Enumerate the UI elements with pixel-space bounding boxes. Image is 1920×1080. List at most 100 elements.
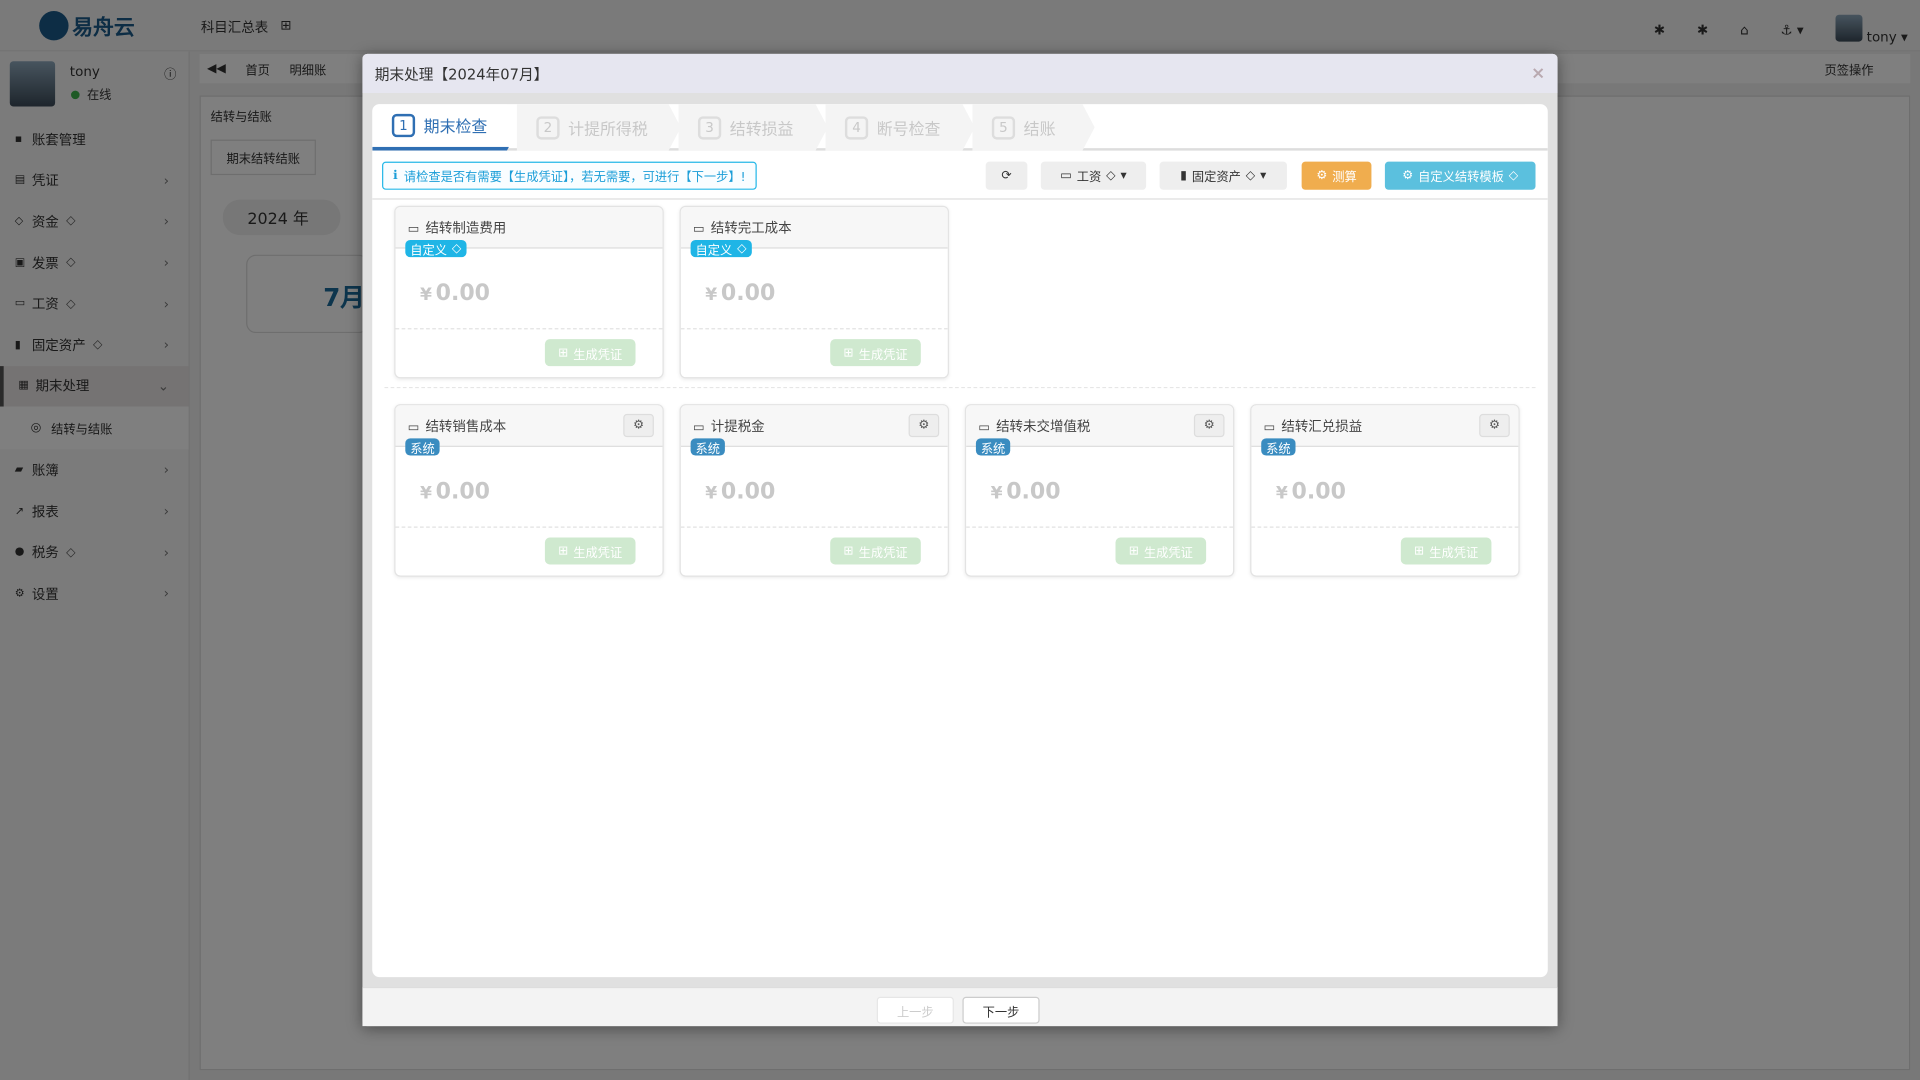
type-badge: 自定义 ◇	[690, 240, 752, 258]
step-label: 计提所得税	[568, 120, 648, 139]
generate-voucher-button[interactable]: ⊞ 生成凭证	[1115, 537, 1207, 565]
generate-voucher-label: 生成凭证	[858, 348, 908, 362]
step-4[interactable]: 4 断号检查	[825, 104, 974, 151]
step-label: 结账	[1023, 120, 1056, 139]
salary-dropdown[interactable]: ▭ 工资 ◇ ▾	[1040, 161, 1147, 190]
amount-value: 0.00	[720, 478, 776, 505]
step-2[interactable]: 2 计提所得税	[517, 104, 681, 151]
generate-voucher-button[interactable]: ⊞ 生成凭证	[544, 537, 636, 565]
info-icon: ℹ	[393, 168, 398, 183]
badge-label: 系统	[695, 442, 721, 457]
laptop-icon: ▭	[407, 421, 420, 435]
gear-icon: ⚙	[1203, 418, 1215, 433]
carryover-card: ▭ 结转汇兑损益 ⚙ 系统 ¥0.00 ⊞ 生成凭证	[1250, 404, 1520, 577]
calculate-label: 测算	[1332, 171, 1357, 185]
prev-step-button[interactable]: 上一步	[876, 996, 954, 1024]
currency-symbol: ¥	[420, 483, 432, 504]
card-divider	[966, 526, 1234, 528]
currency-symbol: ¥	[705, 285, 718, 305]
laptop-icon: ▭	[1263, 421, 1276, 435]
generate-voucher-button[interactable]: ⊞ 生成凭证	[544, 339, 636, 367]
laptop-icon: ▭	[693, 421, 705, 435]
carryover-card: ▭ 结转制造费用 自定义 ◇ ¥0.00 ⊞ 生成凭证	[394, 205, 664, 379]
laptop-icon: ▭	[978, 421, 990, 435]
amount-value: 0.00	[720, 280, 776, 307]
steps-bar: 1 期末检查 2 计提所得税 3 结转损益 4 断号检查 5 结账	[372, 104, 1548, 151]
amount: ¥0.00	[991, 479, 1061, 505]
credit-card-icon: ▭	[1060, 168, 1072, 183]
carryover-card: ▭ 结转未交增值税 ⚙ 系统 ¥0.00 ⊞ 生成凭证	[964, 404, 1235, 577]
currency-symbol: ¥	[705, 483, 718, 504]
currency-symbol: ¥	[990, 483, 1003, 504]
generate-voucher-label: 生成凭证	[1429, 546, 1479, 561]
period-end-dialog: 期末处理【2024年07月】 × 1 期末检查 2 计提所得税 3 结转损益 4 断号检查 5 结账…	[362, 53, 1558, 1027]
badge-label: 自定义	[695, 244, 733, 258]
diamond-icon: ◇	[1245, 168, 1256, 183]
card-title: 结转未交增值税	[996, 418, 1091, 435]
generate-voucher-label: 生成凭证	[1143, 546, 1193, 561]
card-grid: ▭ 结转制造费用 自定义 ◇ ¥0.00 ⊞ 生成凭证 ▭ 结转完工成本 自定义 ◇ ¥0.…	[372, 200, 1548, 577]
card-divider	[395, 328, 663, 330]
custom-template-label: 自定义结转模板	[1418, 171, 1504, 185]
badge-label: 自定义	[410, 244, 447, 258]
step-label: 断号检查	[876, 120, 941, 139]
carryover-card: ▭ 结转销售成本 ⚙ 系统 ¥0.00 ⊞ 生成凭证	[394, 404, 664, 577]
laptop-icon: ▭	[407, 222, 420, 237]
amount-value: 0.00	[1291, 478, 1346, 505]
fixed-assets-label: 固定资产	[1191, 171, 1241, 185]
calculate-button[interactable]: ⚙ 测算	[1301, 161, 1372, 190]
generate-voucher-label: 生成凭证	[573, 546, 623, 561]
fixed-assets-dropdown[interactable]: ▮ 固定资产 ◇ ▾	[1159, 161, 1287, 190]
card-divider	[680, 328, 948, 330]
card-divider	[1251, 526, 1519, 528]
settings-button[interactable]: ⚙	[623, 413, 654, 438]
laptop-icon: ▭	[693, 222, 705, 237]
card-title: 结转制造费用	[425, 220, 507, 237]
refresh-button[interactable]: ⟳	[985, 161, 1028, 190]
plus-square-icon: ⊞	[558, 345, 569, 360]
step-number: 4	[845, 116, 868, 139]
card-title: 计提税金	[710, 418, 765, 435]
type-badge: 自定义 ◇	[405, 240, 467, 258]
amount: ¥0.00	[1276, 479, 1346, 505]
step-1[interactable]: 1 期末检查	[372, 104, 519, 151]
step-label: 期末检查	[423, 118, 488, 138]
generate-voucher-button[interactable]: ⊞ 生成凭证	[830, 339, 921, 367]
notice-text: 请检查是否有需要【生成凭证】，若无需要，可进行【下一步】!	[403, 171, 746, 185]
custom-template-button[interactable]: ⚙ 自定义结转模板 ◇	[1384, 161, 1536, 190]
settings-button[interactable]: ⚙	[908, 413, 940, 438]
badge-label: 系统	[980, 442, 1006, 457]
amount-value: 0.00	[435, 280, 491, 307]
type-badge: 系统	[690, 438, 725, 457]
close-icon[interactable]: ×	[1531, 64, 1545, 84]
type-badge: 系统	[975, 438, 1011, 457]
generate-voucher-label: 生成凭证	[858, 546, 908, 561]
gear-icon: ⚙	[633, 418, 645, 433]
plus-square-icon: ⊞	[558, 544, 569, 558]
card-title: 结转销售成本	[425, 418, 507, 435]
plus-square-icon: ⊞	[843, 345, 854, 360]
generate-voucher-label: 生成凭证	[573, 348, 623, 362]
settings-button[interactable]: ⚙	[1193, 413, 1225, 438]
currency-symbol: ¥	[1275, 483, 1288, 504]
currency-symbol: ¥	[420, 285, 432, 305]
cogs-icon: ⚙	[1316, 168, 1328, 183]
refresh-icon: ⟳	[1001, 168, 1012, 183]
generate-voucher-button[interactable]: ⊞ 生成凭证	[1400, 537, 1492, 565]
amount-value: 0.00	[435, 478, 491, 505]
settings-button[interactable]: ⚙	[1479, 413, 1510, 438]
card-title: 结转完工成本	[710, 220, 792, 237]
card-divider	[680, 526, 948, 528]
step-3[interactable]: 3 结转损益	[678, 104, 827, 151]
type-badge: 系统	[1261, 438, 1296, 456]
step-5[interactable]: 5 结账	[972, 104, 1094, 151]
amount-value: 0.00	[1006, 478, 1061, 505]
gear-icon: ⚙	[1488, 418, 1500, 433]
next-step-button[interactable]: 下一步	[962, 996, 1040, 1024]
notice-alert: ℹ 请检查是否有需要【生成凭证】，若无需要，可进行【下一步】!	[382, 161, 757, 190]
plus-square-icon: ⊞	[1128, 544, 1140, 558]
generate-voucher-button[interactable]: ⊞ 生成凭证	[830, 537, 921, 565]
step-number: 3	[698, 116, 721, 139]
carryover-card: ▭ 结转完工成本 自定义 ◇ ¥0.00 ⊞ 生成凭证	[679, 205, 949, 379]
card-divider	[395, 526, 663, 528]
